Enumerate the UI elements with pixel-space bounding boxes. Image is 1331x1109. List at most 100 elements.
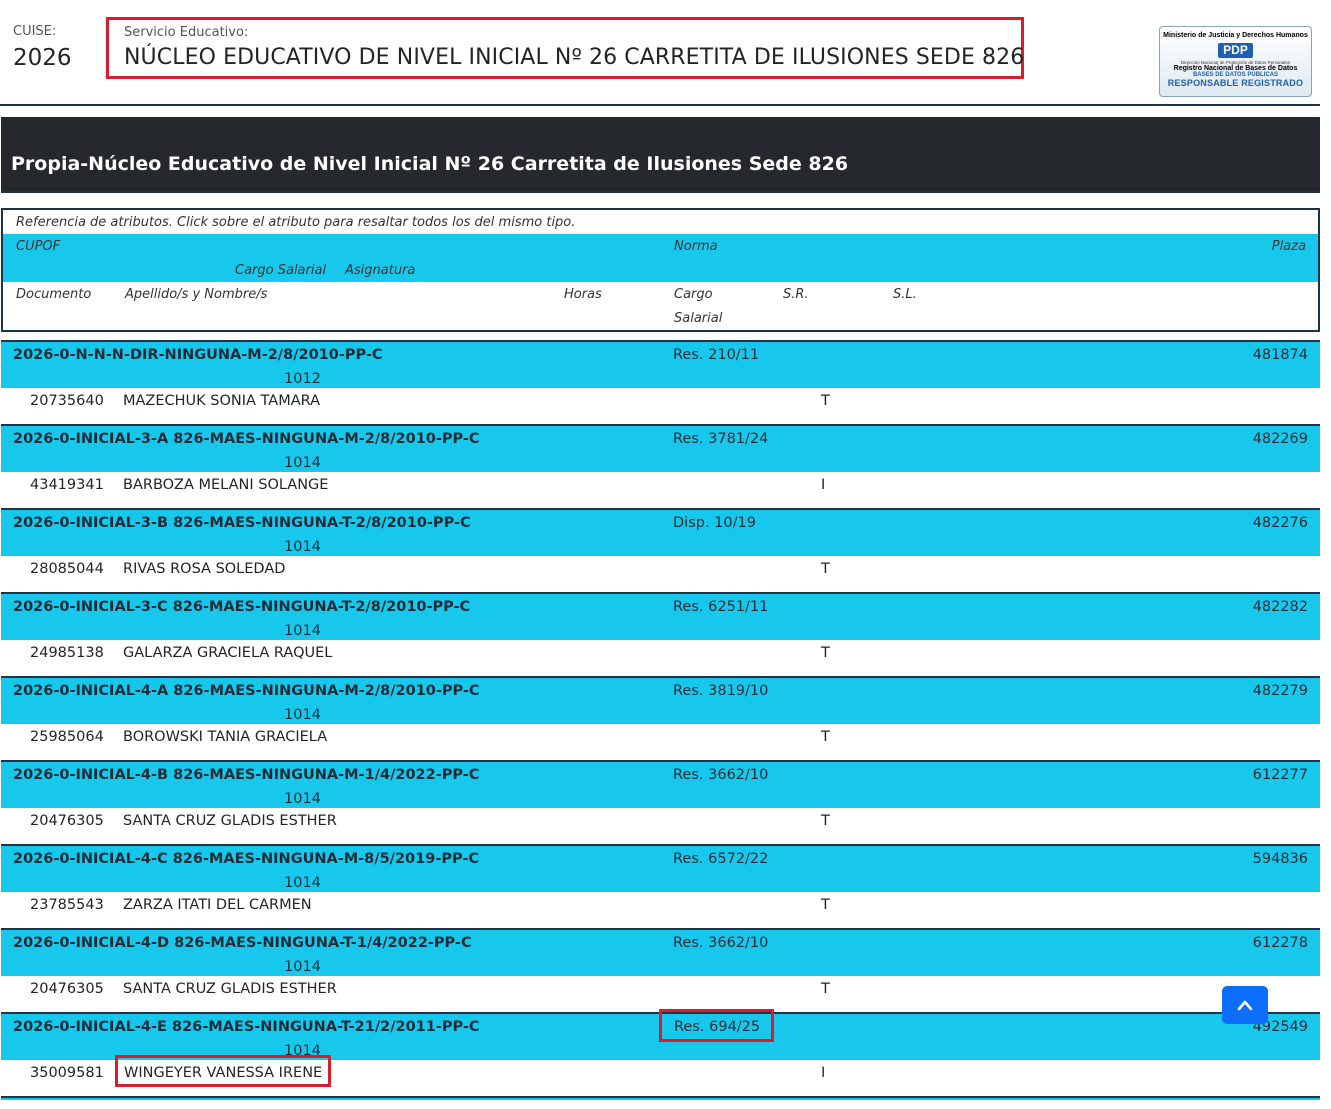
norma[interactable]: Res. 3819/10 — [673, 683, 768, 699]
apellido-nombre[interactable]: GALARZA GRACIELA RAQUEL — [123, 645, 332, 661]
situacion-revista[interactable]: I — [821, 477, 825, 493]
person-row: 20735640 MAZECHUK SONIA TAMARA T — [1, 388, 1320, 424]
plaza[interactable]: 482279 — [1253, 683, 1308, 699]
cupof-row: 2026-0-N-N-N-DIR-NINGUNA-M-2/8/2010-PP-C… — [1, 340, 1320, 388]
cupof-row: 2026-0-INICIAL-4-B 826-MAES-NINGUNA-M-1/… — [1, 760, 1320, 808]
servicio-label: Servicio Educativo: — [124, 25, 249, 40]
cargo-salarial[interactable]: 1012 — [284, 371, 321, 387]
cuise-label: CUISE: — [13, 24, 57, 39]
legend-sl[interactable]: S.L. — [893, 287, 917, 302]
cupof-code[interactable]: 2026-0-N-N-N-DIR-NINGUNA-M-2/8/2010-PP-C — [13, 347, 383, 363]
documento[interactable]: 20735640 — [30, 393, 104, 409]
situacion-revista[interactable]: T — [821, 561, 830, 577]
documento[interactable]: 35009581 — [30, 1065, 104, 1081]
cupof-row: 2026-0-INICIAL-3-A 826-MAES-NINGUNA-M-2/… — [1, 424, 1320, 472]
apellido-nombre[interactable]: ZARZA ITATI DEL CARMEN — [123, 897, 312, 913]
cargo-salarial[interactable]: 1014 — [284, 791, 321, 807]
norma[interactable]: Res. 3781/24 — [673, 431, 768, 447]
documento[interactable]: 23785543 — [30, 897, 104, 913]
cupof-row: 2026-0-INICIAL-4-A 826-MAES-NINGUNA-M-2/… — [1, 676, 1320, 724]
situacion-revista[interactable]: I — [821, 1065, 825, 1081]
cupof-row: 2026-0-INICIAL-3-C 826-MAES-NINGUNA-T-2/… — [1, 592, 1320, 640]
cargo-salarial[interactable]: 1014 — [284, 623, 321, 639]
chevron-up-icon — [1237, 1000, 1253, 1011]
plaza[interactable]: 482282 — [1253, 599, 1308, 615]
legend-documento[interactable]: Documento — [16, 287, 91, 302]
legend-cargo[interactable]: Cargo — [674, 287, 713, 302]
apellido-nombre[interactable]: SANTA CRUZ GLADIS ESTHER — [123, 981, 337, 997]
legend-salarial[interactable]: Salarial — [674, 311, 722, 326]
person-row: 25985064 BOROWSKI TANIA GRACIELA T — [1, 724, 1320, 760]
legend-norma[interactable]: Norma — [674, 239, 718, 254]
documento[interactable]: 24985138 — [30, 645, 104, 661]
cargo-salarial[interactable]: 1014 — [284, 707, 321, 723]
apellido-nombre[interactable]: MAZECHUK SONIA TAMARA — [123, 393, 320, 409]
documento[interactable]: 20476305 — [30, 981, 104, 997]
plaza[interactable]: 482269 — [1253, 431, 1308, 447]
legend-cargo-salarial[interactable]: Cargo Salarial — [235, 263, 326, 278]
cargo-salarial[interactable]: 1014 — [284, 455, 321, 471]
norma[interactable]: Res. 6251/11 — [673, 599, 768, 615]
cupof-code[interactable]: 2026-0-INICIAL-3-C 826-MAES-NINGUNA-T-2/… — [13, 599, 470, 615]
header-divider — [0, 104, 1320, 106]
situacion-revista[interactable]: T — [821, 981, 830, 997]
legend-sr[interactable]: S.R. — [783, 287, 809, 302]
cupof-row: 2026-0-INICIAL-4-E 826-MAES-NINGUNA-T-21… — [1, 1009, 1320, 1060]
apellido-nombre-highlighted[interactable]: WINGEYER VANESSA IRENE — [115, 1055, 332, 1087]
norma[interactable]: Res. 210/11 — [673, 347, 759, 363]
documento[interactable]: 43419341 — [30, 477, 104, 493]
cupof-code[interactable]: 2026-0-INICIAL-3-B 826-MAES-NINGUNA-T-2/… — [13, 515, 471, 531]
cupof-code[interactable]: 2026-0-INICIAL-4-E 826-MAES-NINGUNA-T-21… — [13, 1019, 480, 1035]
apellido-nombre[interactable]: BARBOZA MELANI SOLANGE — [123, 477, 328, 493]
apellido-nombre[interactable]: BOROWSKI TANIA GRACIELA — [123, 729, 327, 745]
situacion-revista[interactable]: T — [821, 729, 830, 745]
legend-note: Referencia de atributos. Click sobre el … — [16, 215, 576, 230]
norma[interactable]: Res. 3662/10 — [673, 767, 768, 783]
plaza[interactable]: 612277 — [1253, 767, 1308, 783]
apellido-nombre[interactable]: RIVAS ROSA SOLEDAD — [123, 561, 285, 577]
scroll-to-top-button[interactable] — [1222, 986, 1268, 1024]
plaza[interactable]: 612278 — [1253, 935, 1308, 951]
servicio-name: NÚCLEO EDUCATIVO DE NIVEL INICIAL Nº 26 … — [124, 45, 1025, 70]
servicio-educativo-highlight: Servicio Educativo: NÚCLEO EDUCATIVO DE … — [106, 17, 1024, 79]
apellido-nombre[interactable]: SANTA CRUZ GLADIS ESTHER — [123, 813, 337, 829]
documento[interactable]: 28085044 — [30, 561, 104, 577]
norma-highlighted[interactable]: Res. 694/25 — [659, 1009, 775, 1042]
norma[interactable]: Res. 6572/22 — [673, 851, 768, 867]
legend-cupof[interactable]: CUPOF — [16, 239, 60, 254]
cupof-list: 2026-0-N-N-N-DIR-NINGUNA-M-2/8/2010-PP-C… — [1, 340, 1320, 1100]
situacion-revista[interactable]: T — [821, 645, 830, 661]
pdp-registered-badge: Ministerio de Justicia y Derechos Humano… — [1159, 26, 1312, 97]
cupof-code[interactable]: 2026-0-INICIAL-4-C 826-MAES-NINGUNA-M-8/… — [13, 851, 479, 867]
cupof-code[interactable]: 2026-0-INICIAL-3-A 826-MAES-NINGUNA-M-2/… — [13, 431, 480, 447]
documento[interactable]: 25985064 — [30, 729, 104, 745]
institution-banner: Propia-Núcleo Educativo de Nivel Inicial… — [1, 117, 1320, 193]
plaza[interactable]: 482276 — [1253, 515, 1308, 531]
cupof-code[interactable]: 2026-0-INICIAL-4-B 826-MAES-NINGUNA-M-1/… — [13, 767, 479, 783]
cargo-salarial[interactable]: 1014 — [284, 959, 321, 975]
norma[interactable]: Disp. 10/19 — [673, 515, 756, 531]
legend-plaza[interactable]: Plaza — [1272, 239, 1306, 254]
situacion-revista[interactable]: T — [821, 813, 830, 829]
plaza[interactable]: 594836 — [1253, 851, 1308, 867]
cargo-salarial[interactable]: 1014 — [284, 875, 321, 891]
cargo-salarial[interactable]: 1014 — [284, 539, 321, 555]
cuise-value: 2026 — [13, 45, 72, 71]
legend-apellido-nombre[interactable]: Apellido/s y Nombre/s — [125, 287, 267, 302]
next-cupof-row-edge — [1, 1096, 1320, 1100]
situacion-revista[interactable]: T — [821, 897, 830, 913]
cupof-row: 2026-0-INICIAL-4-D 826-MAES-NINGUNA-T-1/… — [1, 928, 1320, 976]
legend-asignatura[interactable]: Asignatura — [345, 263, 415, 278]
badge-responsible: RESPONSABLE REGISTRADO — [1167, 78, 1304, 88]
person-row: 20476305 SANTA CRUZ GLADIS ESTHER T — [1, 976, 1320, 1012]
cupof-row: 2026-0-INICIAL-3-B 826-MAES-NINGUNA-T-2/… — [1, 508, 1320, 556]
cupof-code[interactable]: 2026-0-INICIAL-4-A 826-MAES-NINGUNA-M-2/… — [13, 683, 480, 699]
legend-horas[interactable]: Horas — [564, 287, 602, 302]
situacion-revista[interactable]: T — [821, 393, 830, 409]
cupof-code[interactable]: 2026-0-INICIAL-4-D 826-MAES-NINGUNA-T-1/… — [13, 935, 472, 951]
documento[interactable]: 20476305 — [30, 813, 104, 829]
badge-ministry: Ministerio de Justicia y Derechos Humano… — [1163, 32, 1308, 39]
norma[interactable]: Res. 3662/10 — [673, 935, 768, 951]
pdp-logo: PDP — [1218, 43, 1253, 58]
plaza[interactable]: 481874 — [1253, 347, 1308, 363]
